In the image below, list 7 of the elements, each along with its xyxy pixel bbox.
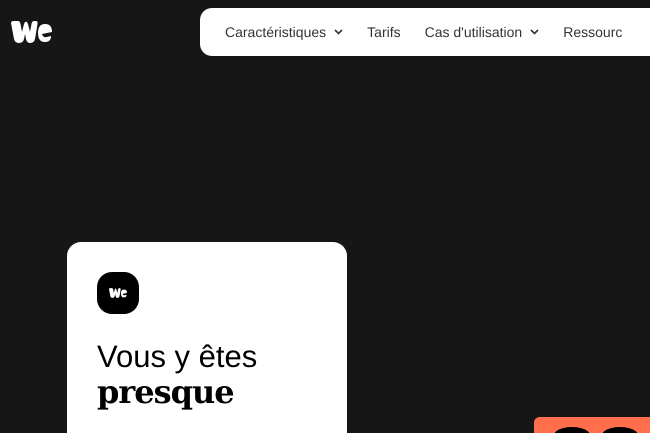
- nav-link[interactable]: Cas d'utilisation: [424, 24, 540, 40]
- logo-badge-icon: [97, 272, 139, 314]
- card-heading: Vous y êtes presque: [97, 340, 258, 411]
- nav-link[interactable]: Tarifs: [367, 24, 401, 40]
- logo-icon[interactable]: [11, 21, 52, 43]
- nav-link[interactable]: Ressourc: [563, 24, 622, 40]
- nav-link[interactable]: Caractéristiques: [225, 24, 344, 40]
